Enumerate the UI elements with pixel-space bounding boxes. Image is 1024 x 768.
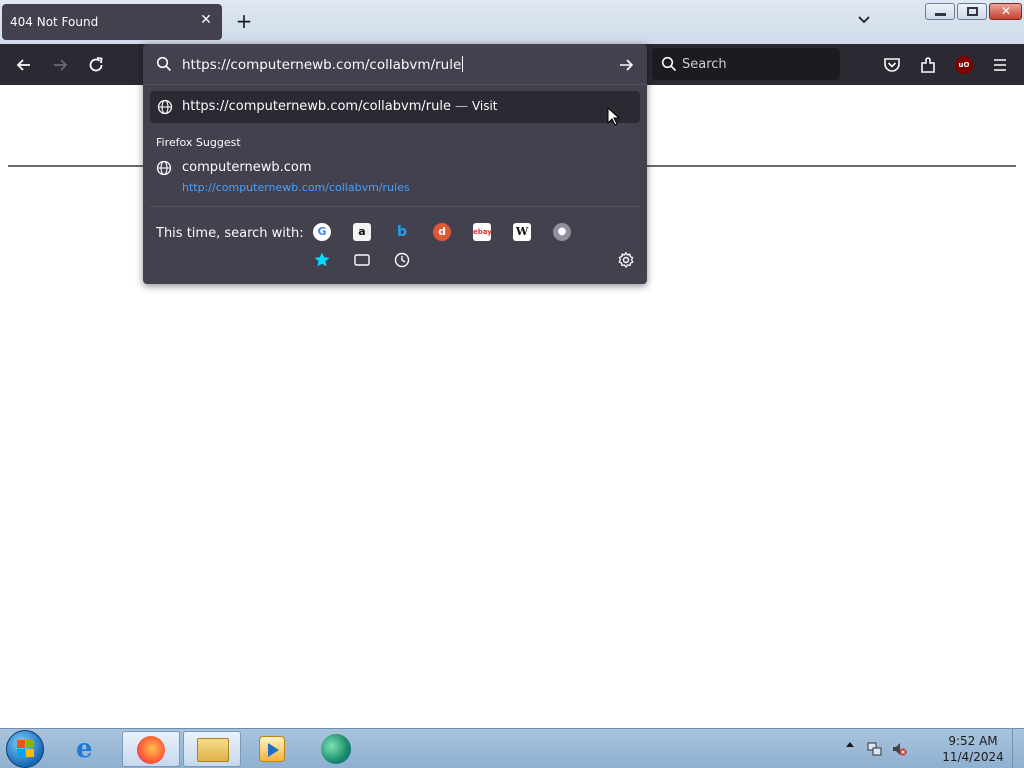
internet-explorer-taskbar[interactable]: e <box>62 731 120 767</box>
minimize-icon <box>935 13 946 16</box>
restore-icon <box>967 7 978 16</box>
window-close-icon: ✕ <box>1001 4 1012 18</box>
reload-button[interactable] <box>86 55 106 75</box>
text-caret <box>462 56 464 72</box>
pocket-icon[interactable] <box>882 55 902 75</box>
go-arrow-icon[interactable] <box>617 56 635 74</box>
taskbar: e 9:52 AM 11/4/2024 <box>0 728 1024 768</box>
amazon-icon[interactable]: a <box>353 223 371 241</box>
suggestion-url: http://computernewb.com/collabvm/rules <box>182 181 410 194</box>
media-player-icon <box>259 736 285 762</box>
result-visit-row[interactable]: https://computernewb.com/collabvm/rule — V… <box>150 91 640 123</box>
globe-icon <box>156 160 172 176</box>
duckduckgo-icon[interactable]: d <box>433 223 451 241</box>
firefox-icon <box>137 736 165 764</box>
tab-active[interactable]: 404 Not Found ✕ <box>2 4 222 40</box>
search-icon <box>661 56 677 72</box>
mouse-cursor-icon <box>607 107 621 126</box>
urlbar-popup: https://computernewb.com/collabvm/rule h… <box>143 44 647 284</box>
new-tab-button[interactable]: + <box>234 11 254 32</box>
folder-icon <box>197 738 229 762</box>
tabs-icon[interactable] <box>353 251 371 269</box>
search-icon <box>156 56 172 72</box>
media-player-taskbar[interactable] <box>243 731 301 767</box>
windows-logo-icon <box>17 740 25 748</box>
tab-title: 404 Not Found <box>10 15 99 29</box>
google-icon[interactable]: G <box>313 223 331 241</box>
taskbar-clock[interactable]: 9:52 AM 11/4/2024 <box>940 733 1006 765</box>
suggestion-title: computernewb.com <box>182 160 312 175</box>
history-icon[interactable] <box>393 251 411 269</box>
window-close-button[interactable]: ✕ <box>989 3 1022 20</box>
minimize-button[interactable] <box>925 3 955 20</box>
bookmarks-icon[interactable] <box>313 251 331 269</box>
back-button[interactable] <box>14 55 34 75</box>
search-with-label: This time, search with: <box>156 226 304 241</box>
forward-button[interactable] <box>50 55 70 75</box>
restore-button[interactable] <box>957 3 987 20</box>
show-hidden-icons-button[interactable] <box>846 742 854 747</box>
gear-icon[interactable] <box>617 251 635 269</box>
globe-icon <box>157 99 173 115</box>
show-desktop-button[interactable] <box>1012 729 1024 768</box>
group-label: Firefox Suggest <box>156 136 241 149</box>
url-input[interactable]: https://computernewb.com/collabvm/rule <box>143 44 647 85</box>
wikipedia-icon[interactable]: W <box>513 223 531 241</box>
result-url: https://computernewb.com/collabvm/rule — V… <box>182 99 498 114</box>
url-input-text: https://computernewb.com/collabvm/rule <box>182 56 464 73</box>
start-button[interactable] <box>6 730 44 768</box>
ebay-icon[interactable]: ebay <box>473 223 492 241</box>
chevron-down-icon[interactable] <box>856 12 872 28</box>
clock-time: 9:52 AM <box>948 734 998 748</box>
volume-muted-icon[interactable] <box>891 741 907 757</box>
search-placeholder: Search <box>682 57 727 72</box>
edge-taskbar[interactable] <box>308 731 366 767</box>
search-bar[interactable]: Search <box>652 48 840 80</box>
firefox-taskbar[interactable] <box>122 731 180 767</box>
explorer-taskbar[interactable] <box>183 731 241 767</box>
tab-close-icon[interactable]: ✕ <box>198 12 214 28</box>
extensions-icon[interactable] <box>918 55 938 75</box>
edge-icon <box>321 734 351 764</box>
divider <box>150 206 640 207</box>
internet-explorer-icon: e <box>76 734 93 764</box>
network-icon[interactable] <box>867 741 883 757</box>
tab-strip: 404 Not Found ✕ + ✕ <box>0 0 1024 44</box>
screen: 404 Not Found ✕ + ✕ Search uO https://co… <box>0 0 1024 768</box>
bing-icon[interactable]: b <box>393 223 411 241</box>
menu-icon[interactable] <box>990 55 1010 75</box>
search-engine-icon[interactable]: ● <box>553 223 571 241</box>
ublock-origin-icon[interactable]: uO <box>955 56 973 74</box>
clock-date: 11/4/2024 <box>942 750 1004 764</box>
